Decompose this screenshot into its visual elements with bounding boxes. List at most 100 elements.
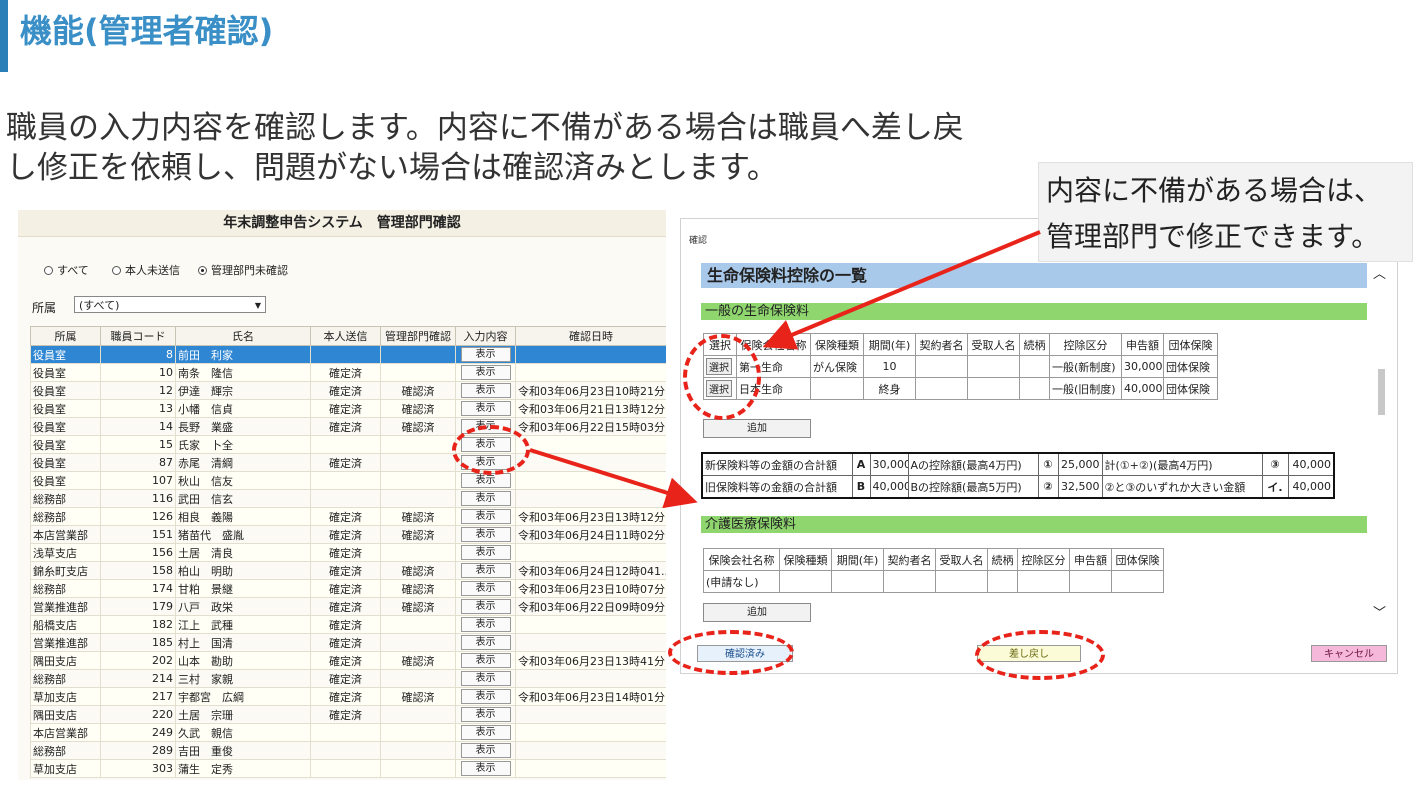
cancel-button[interactable]: キャンセル	[1311, 645, 1387, 662]
show-button[interactable]: 表示	[460, 599, 511, 614]
table-row[interactable]: 総務部 116 武田 信玄 表示	[30, 489, 666, 508]
general-header-9: 団体保険	[1163, 333, 1218, 356]
table-row[interactable]: 役員室 14 長野 業盛 確定済 確認済 表示 令和03年06月22日15時03分	[30, 417, 666, 436]
show-button[interactable]: 表示	[460, 653, 511, 668]
show-button[interactable]: 表示	[460, 671, 511, 686]
table-row[interactable]: 船橋支店 182 江上 武種 確定済 表示	[30, 615, 666, 634]
show-button[interactable]: 表示	[460, 473, 511, 488]
show-button[interactable]: 表示	[460, 617, 511, 632]
code-cell: 156	[100, 543, 176, 562]
general-header-4: 契約者名	[915, 333, 968, 356]
table-row[interactable]: 錦糸町支店 158 柏山 明助 確定済 確認済 表示 令和03年06月24日12時041..…	[30, 561, 666, 580]
dept-select[interactable]: (すべて) ▼	[74, 296, 266, 313]
dept-cell: 総務部	[30, 579, 101, 598]
add-care-button[interactable]: 追加	[703, 603, 811, 622]
show-cell: 表示	[455, 687, 516, 706]
filter-radio-all[interactable]: すべて	[44, 262, 89, 278]
employee-grid: 所属 職員コード 氏名 本人送信 管理部門確認 入力内容 確認日時 役員室 8 前田 利家 表示役…	[30, 326, 666, 778]
table-row[interactable]: 草加支店 217 宇都宮 広綱 確定済 確認済 表示 令和03年06月23日14時01分	[30, 687, 666, 706]
show-button[interactable]: 表示	[460, 761, 511, 776]
period-cell: 終身	[863, 377, 916, 400]
dept-cell: 役員室	[30, 435, 101, 454]
code-cell: 126	[100, 507, 176, 526]
code-cell: 217	[100, 687, 176, 706]
table-row[interactable]: 役員室 13 小幡 信貞 確定済 確認済 表示 令和03年06月21日13時12分	[30, 399, 666, 418]
table-row[interactable]: 役員室 107 秋山 信友 表示	[30, 471, 666, 490]
table-row[interactable]: 草加支店 303 蒲生 定秀 表示	[30, 759, 666, 778]
table-row[interactable]: 役員室 8 前田 利家 表示	[30, 345, 666, 364]
confirmed-cell: 確認済	[380, 687, 456, 706]
table-row[interactable]: 総務部 174 甘粕 景継 確定済 確認済 表示 令和03年06月23日10時07分	[30, 579, 666, 598]
show-button[interactable]: 表示	[460, 365, 511, 380]
date-cell	[515, 741, 666, 760]
callout-line-2: 管理部門で修正できます。	[1046, 220, 1380, 253]
show-button[interactable]: 表示	[460, 491, 511, 506]
table-row[interactable]: 営業推進部 179 八戸 政栄 確定済 確認済 表示 令和03年06月22日09時09分	[30, 597, 666, 616]
name-cell: 相良 義陽	[175, 507, 311, 526]
table-row[interactable]: 営業推進部 185 村上 国清 確定済 表示	[30, 633, 666, 652]
grid-header-5: 入力内容	[455, 326, 516, 346]
scroll-up-icon[interactable]: ︿	[1373, 263, 1386, 282]
summary-key: B	[851, 475, 871, 499]
show-button[interactable]: 表示	[460, 635, 511, 650]
scrollbar-thumb[interactable]	[1378, 369, 1385, 415]
table-row[interactable]: 総務部 214 三村 家親 確定済 表示	[30, 669, 666, 688]
code-cell: 107	[100, 471, 176, 490]
show-button[interactable]: 表示	[460, 707, 511, 722]
date-cell	[515, 435, 666, 454]
name-cell: 三村 家親	[175, 669, 311, 688]
confirmed-cell: 確認済	[380, 561, 456, 580]
sent-cell	[310, 345, 381, 364]
grid-header-3: 本人送信	[310, 326, 381, 346]
general-life-table: 選択 保険会社名称 保険種類 期間(年) 契約者名 受取人名 続柄 控除区分 申告額 団体保険 選…	[703, 333, 1218, 400]
show-button[interactable]: 表示	[460, 743, 511, 758]
show-button[interactable]: 表示	[460, 725, 511, 740]
name-cell: 猪苗代 盛胤	[175, 525, 311, 544]
grid-header-2: 氏名	[175, 326, 311, 346]
section-banner: 生命保険料控除の一覧	[701, 263, 1367, 288]
table-row[interactable]: 役員室 12 伊達 輝宗 確定済 確認済 表示 令和03年06月23日10時21分	[30, 381, 666, 400]
show-button[interactable]: 表示	[460, 527, 511, 542]
table-row[interactable]: 役員室 87 赤尾 清綱 確定済 表示	[30, 453, 666, 472]
radio-icon	[112, 265, 121, 275]
sent-cell: 確定済	[310, 579, 381, 598]
show-button[interactable]: 表示	[460, 383, 511, 398]
code-cell: 214	[100, 669, 176, 688]
table-row[interactable]: 総務部 126 相良 義陽 確定済 確認済 表示 令和03年06月23日13時12分	[30, 507, 666, 526]
show-button[interactable]: 表示	[460, 347, 511, 362]
name-cell: 宇都宮 広綱	[175, 687, 311, 706]
filter-radio-unconfirmed[interactable]: 管理部門未確認	[198, 262, 288, 278]
table-row[interactable]: 役員室 10 南条 隆信 確定済 表示	[30, 363, 666, 382]
general-header-2: 保険種類	[810, 333, 864, 356]
type-cell: がん保険	[810, 355, 864, 378]
filter-radio-unsent[interactable]: 本人未送信	[112, 262, 180, 278]
show-button[interactable]: 表示	[460, 563, 511, 578]
code-cell: 179	[100, 597, 176, 616]
confirmed-cell	[380, 453, 456, 472]
deduction-summary-table: 新保険料等の金額の合計額 A 30,000 Aの控除額(最高4万円) ① 25,000 計(…	[701, 452, 1335, 499]
add-general-button[interactable]: 追加	[703, 419, 811, 438]
table-row[interactable]: 役員室 15 氏家 卜全 表示	[30, 435, 666, 454]
table-row[interactable]: 本店営業部 151 猪苗代 盛胤 確定済 確認済 表示 令和03年06月24日11時02分	[30, 525, 666, 544]
show-button[interactable]: 表示	[460, 401, 511, 416]
code-cell: 289	[100, 741, 176, 760]
table-row[interactable]: 本店営業部 249 久武 親信 表示	[30, 723, 666, 742]
show-button[interactable]: 表示	[460, 581, 511, 596]
code-cell: 15	[100, 435, 176, 454]
dept-cell: 役員室	[30, 471, 101, 490]
table-row[interactable]: 浅草支店 156 土居 清良 確定済 表示	[30, 543, 666, 562]
dept-cell: 本店営業部	[30, 525, 101, 544]
scroll-down-icon[interactable]: ﹀	[1373, 602, 1386, 621]
show-button[interactable]: 表示	[460, 545, 511, 560]
show-button[interactable]: 表示	[460, 689, 511, 704]
table-row[interactable]: 総務部 289 吉田 重俊 表示	[30, 741, 666, 760]
dept-select-value: (すべて)	[79, 299, 120, 312]
show-cell: 表示	[455, 597, 516, 616]
table-row[interactable]: 隅田支店 202 山本 勘助 確定済 確認済 表示 令和03年06月23日13時41分	[30, 651, 666, 670]
table-row[interactable]: 隅田支店 220 土居 宗珊 確定済 表示	[30, 705, 666, 724]
dept-label: 所属	[32, 301, 57, 315]
period-cell: 10	[863, 355, 916, 378]
table-row: 選択 第一生命 がん保険 10 一般(新制度) 30,000 団体保険	[703, 355, 1218, 378]
care-header-1: 保険種類	[779, 548, 832, 571]
show-button[interactable]: 表示	[460, 509, 511, 524]
